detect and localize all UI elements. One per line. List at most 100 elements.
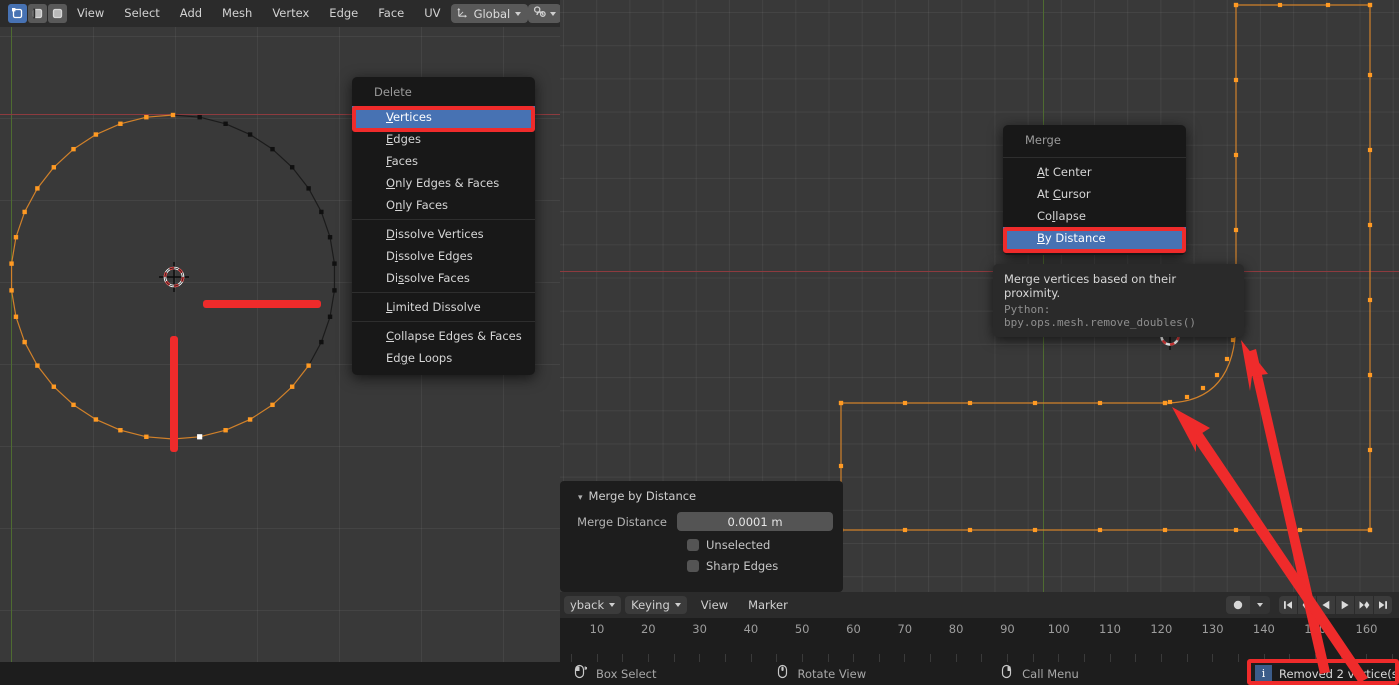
tooltip-python: Python: bpy.ops.mesh.remove_doubles() (1004, 303, 1197, 329)
timeline-frame-label: 100 (1047, 622, 1070, 636)
transform-orientation-label: Global (473, 6, 511, 21)
tooltip-description: Merge vertices based on their proximity. (1004, 272, 1177, 300)
menu-uv[interactable]: UV (414, 0, 450, 27)
play-button[interactable] (1336, 596, 1354, 614)
transform-orientation-dropdown[interactable]: Global (450, 4, 529, 23)
sharp-edges-label: Sharp Edges (706, 559, 779, 573)
merge-menu-item-at-center[interactable]: At Center (1003, 161, 1186, 183)
unselected-label: Unselected (706, 538, 771, 552)
delete-menu-item-dissolve-faces[interactable]: Dissolve Faces (352, 267, 535, 289)
unselected-checkbox-row[interactable]: Unselected (560, 538, 843, 552)
record-button[interactable] (1226, 596, 1250, 614)
timeline-menu-view[interactable]: View (691, 598, 738, 612)
timeline-frame-label: 50 (794, 622, 810, 636)
status-bar: Box Select Rotate View Call Menu (0, 662, 1399, 685)
menu-select[interactable]: Select (114, 0, 169, 27)
merge-distance-row: Merge Distance 0.0001 m (560, 512, 843, 531)
timeline-tick (673, 654, 675, 662)
auto-keying-dropdown[interactable] (1250, 596, 1270, 614)
menu-divider (352, 292, 535, 293)
timeline-frame-label: 10 (589, 622, 605, 636)
snap-magnet-icon (533, 4, 547, 23)
sharp-edges-checkbox-row[interactable]: Sharp Edges (560, 559, 843, 573)
tooltip-by-distance: Merge vertices based on their proximity.… (993, 264, 1244, 337)
timeline-tick (1109, 654, 1111, 662)
chevron-down-icon (609, 603, 616, 607)
timeline-frame-label: 140 (1252, 622, 1275, 636)
delete-menu-item-dissolve-vertices[interactable]: Dissolve Vertices (352, 223, 535, 245)
annotation-highlight-report (1247, 659, 1399, 685)
timeline-tick (1237, 654, 1239, 662)
menu-view[interactable]: View (67, 0, 114, 27)
timeline-tick (827, 654, 829, 662)
annotation-line-vertical (170, 336, 178, 452)
delete-menu-title: Delete (374, 85, 412, 99)
timeline-frame-label: 110 (1099, 622, 1121, 636)
delete-menu-item-only-edges-faces[interactable]: Only Edges & Faces (352, 172, 535, 194)
merge-distance-input[interactable]: 0.0001 m (677, 512, 833, 531)
timeline-frame-ruler[interactable]: 10 20 30 40 50 60 70 80 90 100 110 120 130 140 150 160 (560, 618, 1399, 662)
timeline-menu-marker[interactable]: Marker (738, 598, 798, 612)
annotation-line-horizontal (203, 300, 321, 308)
unselected-checkbox[interactable] (687, 539, 699, 551)
delete-menu-item-limited-dissolve[interactable]: Limited Dissolve (352, 296, 535, 318)
chevron-down-icon (674, 603, 681, 607)
timeline-tick (647, 654, 649, 662)
timeline-tick (1135, 654, 1137, 662)
menu-vertex[interactable]: Vertex (262, 0, 319, 27)
jump-next-keyframe-button[interactable] (1355, 596, 1373, 614)
keying-label: Keying (631, 598, 670, 612)
timeline-tick (1058, 654, 1060, 662)
timeline-tick (699, 654, 701, 662)
delete-menu-item-only-faces[interactable]: Only Faces (352, 194, 535, 216)
vertex-select-mode-button[interactable] (8, 4, 27, 23)
timeline-tick (904, 654, 906, 662)
timeline-header: yback Keying View Marker (560, 592, 1399, 618)
mouse-middle-icon (776, 664, 789, 683)
playback-label: yback (570, 598, 605, 612)
delete-menu-item-edge-loops[interactable]: Edge Loops (352, 347, 535, 369)
operator-panel-title[interactable]: ▾ Merge by Distance (560, 481, 843, 503)
jump-prev-keyframe-button[interactable] (1298, 596, 1316, 614)
chevron-down-icon (550, 11, 557, 16)
timeline-tick (1212, 654, 1214, 662)
timeline-frame-label: 80 (948, 622, 964, 636)
mouse-right-icon (1000, 664, 1013, 683)
menu-add[interactable]: Add (170, 0, 212, 27)
menu-divider (352, 219, 535, 220)
timeline-editor[interactable]: yback Keying View Marker 10 20 30 40 50 … (560, 592, 1399, 662)
merge-menu-item-at-cursor[interactable]: At Cursor (1003, 183, 1186, 205)
jump-to-end-button[interactable] (1374, 596, 1392, 614)
menu-mesh[interactable]: Mesh (212, 0, 262, 27)
menu-divider (352, 321, 535, 322)
status-hint-rotate-view: Rotate View (776, 664, 867, 683)
jump-to-start-button[interactable] (1279, 596, 1297, 614)
play-reverse-button[interactable] (1317, 596, 1335, 614)
face-select-mode-button[interactable] (48, 4, 67, 23)
status-hint-call-menu: Call Menu (1000, 664, 1079, 683)
menu-edge[interactable]: Edge (319, 0, 368, 27)
timeline-frame-label: 20 (640, 622, 656, 636)
keying-dropdown[interactable]: Keying (625, 596, 687, 614)
timeline-frame-label: 160 (1355, 622, 1378, 636)
timeline-tick (1007, 654, 1009, 662)
merge-menu-item-collapse[interactable]: Collapse (1003, 205, 1186, 227)
menu-face[interactable]: Face (368, 0, 414, 27)
timeline-tick (724, 654, 726, 662)
select-mode-group (8, 4, 67, 23)
status-hint-label: Rotate View (797, 666, 867, 681)
timeline-tick (1186, 654, 1188, 662)
sharp-edges-checkbox[interactable] (687, 560, 699, 572)
edge-select-mode-button[interactable] (28, 4, 47, 23)
playback-dropdown[interactable]: yback (564, 596, 622, 614)
delete-menu-item-dissolve-edges[interactable]: Dissolve Edges (352, 245, 535, 267)
timeline-tick (1084, 654, 1085, 662)
operator-redo-panel[interactable]: ▾ Merge by Distance Merge Distance 0.0001… (560, 481, 843, 592)
delete-menu-item-collapse-edges-faces[interactable]: Collapse Edges & Faces (352, 325, 535, 347)
auto-keying-group (1226, 596, 1270, 614)
timeline-tick (878, 654, 880, 662)
delete-menu-item-faces[interactable]: Faces (352, 150, 535, 172)
timeline-tick (1160, 654, 1162, 662)
timeline-tick (801, 654, 803, 662)
snap-toggle-button[interactable] (528, 4, 562, 23)
